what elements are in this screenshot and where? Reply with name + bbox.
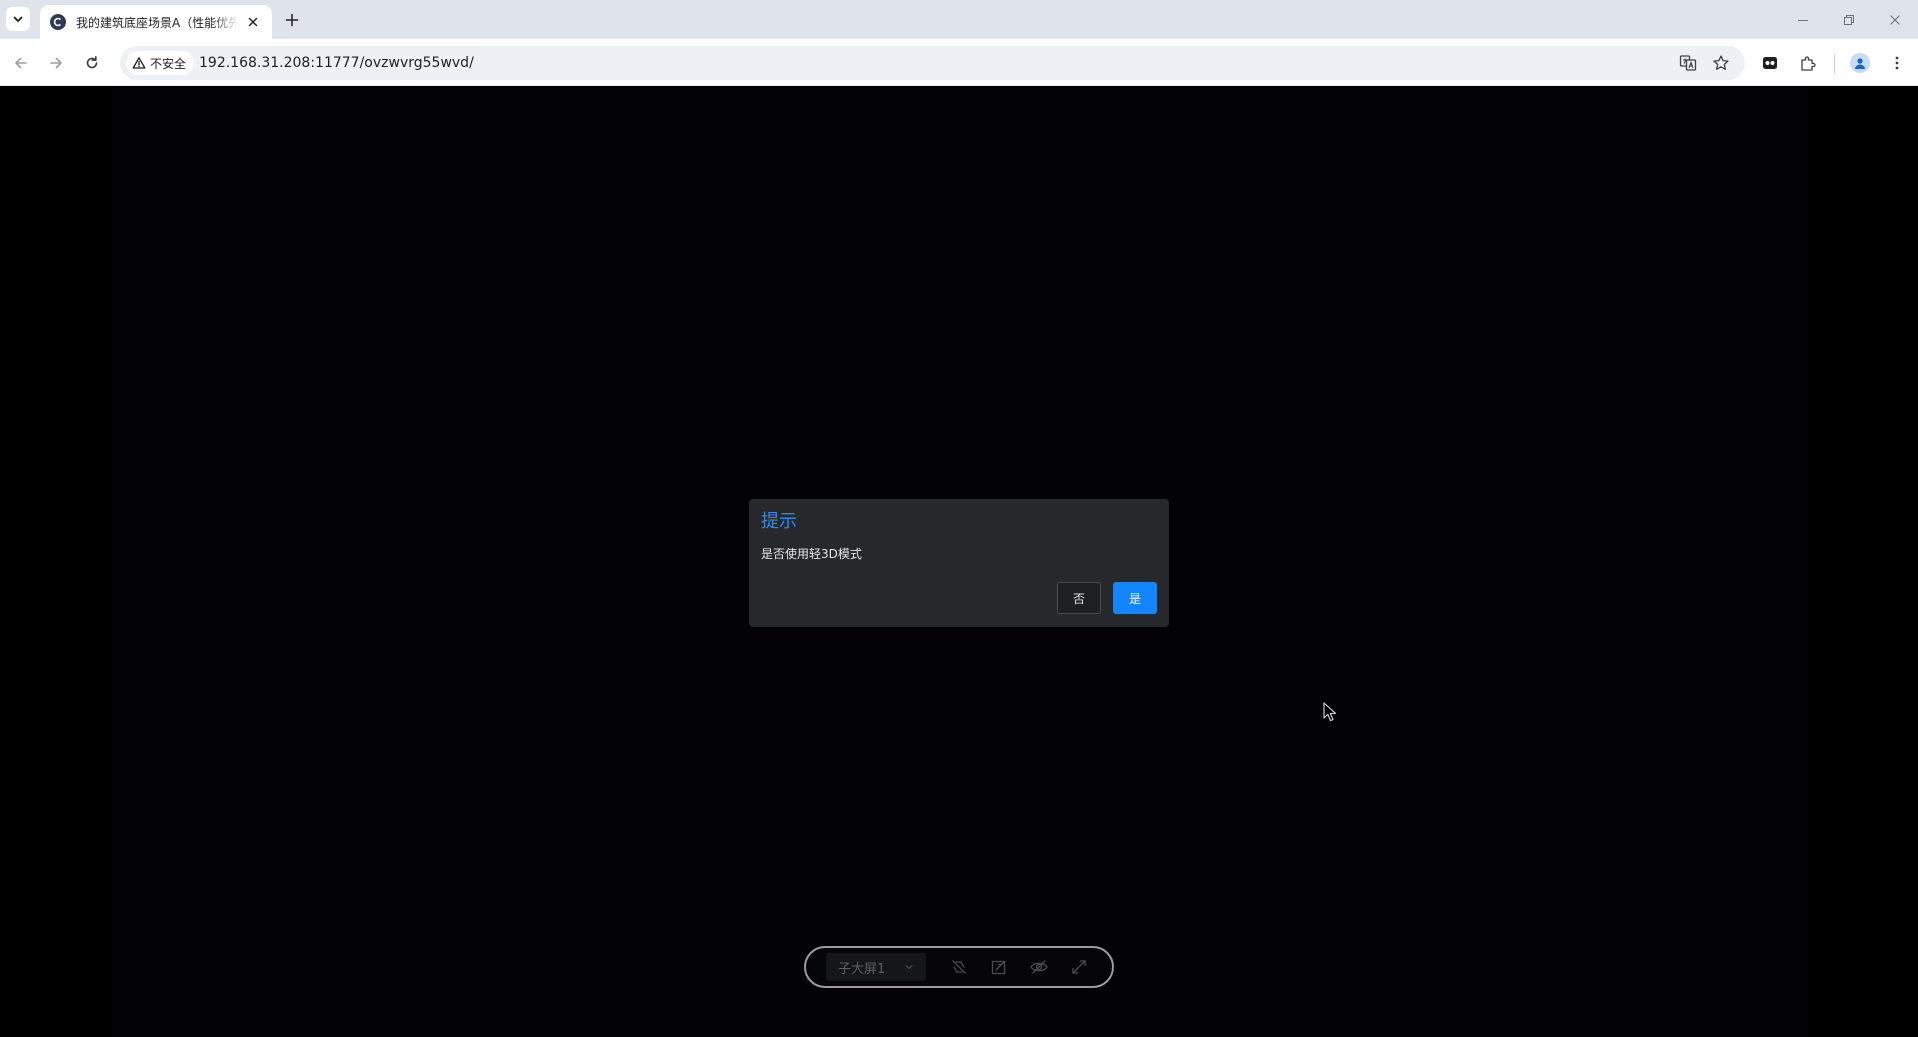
browser-toolbar: 不安全 192.168.31.208:11777/ovzwvrg55wvd/: [0, 39, 1918, 86]
plus-icon: [285, 13, 299, 27]
close-icon: [248, 17, 258, 27]
cancel-button[interactable]: 否: [1057, 582, 1101, 614]
close-window-button[interactable]: [1872, 0, 1918, 39]
edit-square-icon: [991, 960, 1006, 975]
site-security-chip[interactable]: 不安全: [126, 51, 195, 75]
mouse-cursor-icon: [1323, 702, 1337, 722]
reload-button[interactable]: [78, 49, 106, 77]
person-icon: [1855, 58, 1865, 69]
arrow-right-icon: [50, 57, 62, 69]
warning-icon: [132, 57, 146, 69]
back-button[interactable]: [7, 49, 35, 77]
dialog-actions: 否 是: [1057, 582, 1157, 614]
extension-badge-icon: [1763, 57, 1777, 69]
toggle-visibility-button[interactable]: [1027, 956, 1051, 978]
restore-icon: [1844, 14, 1854, 25]
avatar: [1850, 53, 1870, 73]
reload-icon: [86, 56, 98, 69]
close-icon: [1890, 14, 1900, 25]
translate-button[interactable]: [1676, 51, 1700, 75]
more-vertical-icon: [1895, 56, 1899, 70]
chevron-down-icon: [13, 16, 23, 22]
bookmark-star-button[interactable]: [1709, 51, 1733, 75]
confirm-button[interactable]: 是: [1113, 582, 1157, 614]
puzzle-icon: [1801, 56, 1816, 71]
confirm-dialog: 提示 是否使用轻3D模式 否 是: [749, 499, 1169, 627]
unlink-button[interactable]: [947, 956, 971, 978]
arrow-left-icon: [15, 57, 27, 69]
eye-off-icon: [1030, 960, 1048, 974]
translate-icon: [1679, 55, 1697, 71]
profile-button[interactable]: [1846, 49, 1874, 77]
site-favicon-icon: [50, 14, 66, 30]
tab-close-button[interactable]: [244, 13, 262, 31]
dialog-title: 提示: [761, 511, 797, 532]
extension-pinned-button[interactable]: [1756, 49, 1784, 77]
url-text[interactable]: 192.168.31.208:11777/ovzwvrg55wvd/: [199, 46, 474, 80]
tab-title: 我的建筑底座场景A（性能优先）: [76, 15, 238, 30]
dialog-message: 是否使用轻3D模式: [761, 547, 862, 561]
browser-menu-button[interactable]: [1883, 49, 1911, 77]
fullscreen-button[interactable]: [1067, 956, 1091, 978]
expand-icon: [1072, 960, 1086, 974]
new-tab-button[interactable]: [280, 8, 304, 32]
security-label: 不安全: [150, 56, 187, 71]
page-viewport: 提示 是否使用轻3D模式 否 是 子大屏1: [0, 86, 1918, 1037]
tab-search-button[interactable]: [6, 7, 30, 31]
chevron-down-icon: [905, 964, 913, 970]
restore-button[interactable]: [1826, 0, 1872, 39]
star-icon: [1713, 55, 1729, 70]
browser-tab-active[interactable]: 我的建筑底座场景A（性能优先）: [40, 5, 272, 39]
minimize-button[interactable]: [1780, 0, 1826, 39]
edit-layout-button[interactable]: [987, 956, 1011, 978]
window-controls: [1780, 0, 1918, 39]
extensions-button[interactable]: [1794, 49, 1822, 77]
browser-tab-strip: 我的建筑底座场景A（性能优先）: [0, 0, 1918, 39]
screen-control-bar: 子大屏1: [804, 946, 1114, 988]
unlink-icon: [952, 960, 966, 974]
sub-screen-select[interactable]: 子大屏1: [826, 953, 926, 981]
sub-screen-select-value: 子大屏1: [838, 961, 886, 977]
toolbar-divider: [1834, 55, 1835, 73]
minimize-icon: [1798, 19, 1808, 21]
address-bar[interactable]: 不安全 192.168.31.208:11777/ovzwvrg55wvd/: [120, 46, 1745, 80]
forward-button[interactable]: [42, 49, 70, 77]
